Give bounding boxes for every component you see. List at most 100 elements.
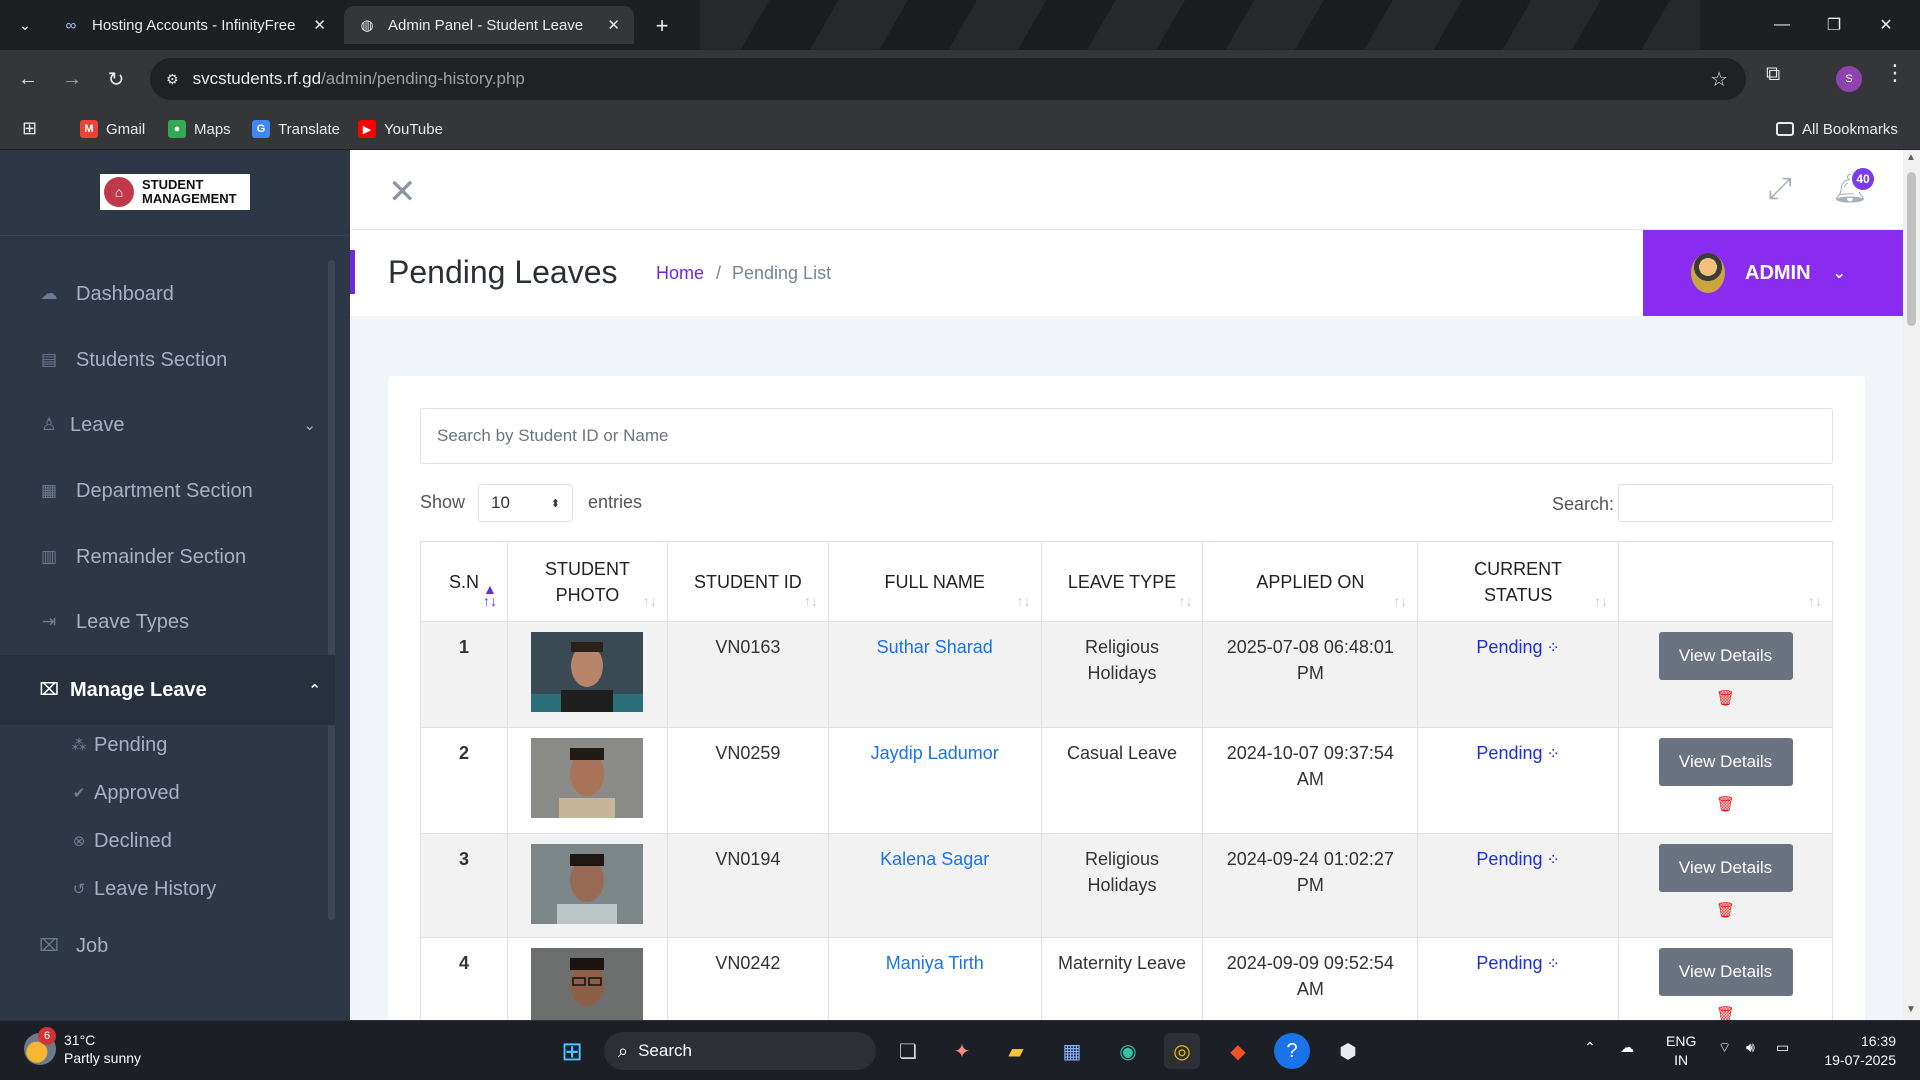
column-header-sn[interactable]: S.N ▲ ↑↓ — [420, 541, 508, 622]
student-search-input[interactable] — [420, 408, 1833, 464]
tab-hosting-accounts[interactable]: ∞ Hosting Accounts - InfinityFree ✕ — [48, 6, 340, 44]
volume-icon[interactable]: 🔊︎ — [1746, 1039, 1755, 1056]
close-icon[interactable]: ✕ — [388, 172, 417, 212]
view-details-button[interactable]: View Details — [1658, 948, 1793, 996]
restore-icon[interactable]: ❐ — [1810, 0, 1858, 50]
help-icon[interactable]: ? — [1274, 1033, 1310, 1069]
file-explorer-icon[interactable]: ▰ — [998, 1033, 1034, 1069]
sidebar-item-leave-types[interactable]: ⇥ Leave Types — [0, 592, 330, 652]
bookmark-gmail[interactable]: M Gmail — [80, 108, 145, 150]
wifi-icon[interactable]: ⌔ — [1718, 1039, 1731, 1057]
student-name-link[interactable]: Maniya Tirth — [886, 953, 984, 973]
microsoft-store-icon[interactable]: ▦ — [1054, 1033, 1090, 1069]
window-close-icon[interactable]: ✕ — [1862, 0, 1910, 50]
back-arrow-icon[interactable]: ← — [12, 63, 44, 95]
minimize-icon[interactable]: — — [1758, 0, 1806, 50]
app-box-icon[interactable]: ⬢ — [1330, 1033, 1366, 1069]
forward-arrow-icon[interactable]: → — [56, 63, 88, 95]
column-header-status[interactable]: CURRENT STATUS ↑↓ — [1417, 541, 1620, 622]
column-header-actions[interactable]: ↑↓ — [1618, 541, 1833, 622]
column-header-student-id[interactable]: STUDENT ID ↑↓ — [666, 541, 829, 622]
tray-chevron-up-icon[interactable]: ⌃ — [1584, 1039, 1596, 1056]
cell-actions: View Details 🗑︎ — [1618, 727, 1833, 834]
sidebar-sub-pending[interactable]: ⁂ Pending — [70, 725, 168, 765]
taskbar-search[interactable]: ⌕ Search — [604, 1032, 876, 1070]
trash-icon[interactable]: 🗑︎ — [1629, 898, 1822, 924]
column-header-applied-on[interactable]: APPLIED ON ↑↓ — [1202, 541, 1419, 622]
battery-icon[interactable]: ▭ — [1776, 1039, 1789, 1056]
fullscreen-expand-icon[interactable]: ⤢ — [1768, 172, 1792, 206]
student-name-link[interactable]: Jaydip Ladumor — [871, 743, 999, 763]
sidebar-item-manage-leave[interactable]: ⌧ Manage Leave ⌃ — [0, 655, 335, 725]
copilot-icon[interactable]: ✦ — [944, 1033, 980, 1069]
column-header-leave-type[interactable]: LEAVE TYPE ↑↓ — [1040, 541, 1204, 622]
sidebar-sub-approved[interactable]: ✔ Approved — [70, 773, 180, 813]
logo[interactable]: ⌂ STUDENT MANAGEMENT — [100, 174, 250, 210]
tab-admin-panel[interactable]: ◍ Admin Panel - Student Leave ✕ — [344, 6, 634, 44]
student-photo[interactable] — [531, 844, 644, 924]
sidebar-item-dashboard[interactable]: ☁ Dashboard — [0, 264, 330, 324]
bookmark-star-icon[interactable]: ☆ — [1710, 67, 1728, 92]
table-search-label: Search: — [1552, 494, 1615, 514]
chrome-browser-icon[interactable]: ◎ — [1164, 1033, 1200, 1069]
trash-icon[interactable]: 🗑︎ — [1629, 1002, 1822, 1020]
tab-close-icon[interactable]: ✕ — [313, 16, 326, 34]
sidebar-item-department[interactable]: ▦ Department Section — [0, 461, 330, 521]
scrollbar-thumb[interactable] — [1907, 172, 1916, 326]
tab-close-icon[interactable]: ✕ — [607, 16, 620, 34]
admin-menu-button[interactable]: ADMIN ⌄ — [1643, 230, 1903, 316]
sidebar-item-students[interactable]: ▤ Students Section — [0, 330, 330, 390]
trash-icon[interactable]: 🗑︎ — [1629, 686, 1822, 712]
new-tab-plus-icon[interactable]: + — [648, 12, 676, 40]
scroll-up-arrow-icon[interactable]: ▲ — [1906, 152, 1916, 163]
system-clock[interactable]: 16:39 19-07-2025 — [1816, 1032, 1896, 1070]
trash-icon[interactable]: 🗑︎ — [1629, 792, 1822, 818]
language-indicator[interactable]: ENG IN — [1666, 1032, 1696, 1070]
browser-menu-icon[interactable]: ⋮ — [1884, 60, 1906, 86]
student-photo[interactable] — [531, 948, 644, 1020]
page-scrollbar[interactable]: ▲ ▼ — [1903, 150, 1920, 1020]
entries-per-page-select[interactable]: 10 ⬍ — [478, 484, 573, 522]
table-search-input[interactable] — [1618, 484, 1833, 522]
sidebar-item-remainder[interactable]: ▥ Remainder Section — [0, 527, 330, 587]
apps-grid-icon[interactable]: ⊞ — [22, 118, 37, 139]
weather-widget[interactable]: 6 31°C Partly sunny — [24, 1027, 141, 1067]
view-details-button[interactable]: View Details — [1658, 632, 1793, 680]
sidebar-sub-declined[interactable]: ⊗ Declined — [70, 821, 172, 861]
sidebar-item-label: Leave Types — [76, 610, 190, 633]
scroll-down-arrow-icon[interactable]: ▼ — [1906, 1004, 1916, 1015]
site-info-icon[interactable]: ⚙ — [166, 71, 179, 88]
sidebar-sub-leave-history[interactable]: ↺ Leave History — [70, 869, 217, 909]
view-details-button[interactable]: View Details — [1658, 738, 1793, 786]
windows-start-icon[interactable]: ⊞ — [554, 1033, 590, 1069]
tab-search-chevron-icon[interactable]: ⌄ — [12, 12, 38, 38]
all-bookmarks-label: All Bookmarks — [1802, 120, 1898, 138]
view-details-button[interactable]: View Details — [1658, 844, 1793, 892]
bookmark-translate[interactable]: G Translate — [252, 108, 340, 150]
app-diamond-icon[interactable]: ◆ — [1220, 1033, 1256, 1069]
sidebar-item-leave[interactable]: ♙ Leave ⌄ — [0, 395, 330, 455]
sidebar-item-job[interactable]: ⌧ Job — [0, 916, 330, 976]
student-photo[interactable] — [531, 632, 644, 712]
student-name-link[interactable]: Suthar Sharad — [877, 637, 993, 657]
bookmark-maps[interactable]: ● Maps — [168, 108, 231, 150]
student-name-link[interactable]: Kalena Sagar — [880, 849, 989, 869]
profile-avatar[interactable]: S — [1836, 66, 1862, 92]
browser-tab-bar: ⌄ ∞ Hosting Accounts - InfinityFree ✕ ◍ … — [0, 0, 1920, 50]
all-bookmarks[interactable]: All Bookmarks — [1776, 108, 1898, 150]
breadcrumb-home-link[interactable]: Home — [656, 263, 704, 284]
edge-browser-icon[interactable]: ◉ — [1110, 1033, 1146, 1069]
globe-icon: ◍ — [360, 17, 374, 34]
student-photo[interactable] — [531, 738, 644, 818]
sort-icon: ↑↓ — [1393, 593, 1408, 609]
table-row: 2 VN0259 Jaydip Ladumor Casual Leave 202… — [420, 727, 1833, 834]
onedrive-cloud-icon[interactable]: ☁ — [1620, 1039, 1634, 1056]
column-header-full-name[interactable]: FULL NAME ↑↓ — [827, 541, 1042, 622]
reload-icon[interactable]: ↻ — [100, 63, 132, 95]
task-view-icon[interactable]: ❏ — [890, 1033, 926, 1069]
address-bar[interactable]: ⚙ svcstudents.rf.gd/admin/pending-histor… — [150, 58, 1746, 100]
notification-badge[interactable]: 40 — [1850, 166, 1876, 192]
extensions-puzzle-icon[interactable]: ⧉ — [1766, 63, 1780, 86]
bookmark-youtube[interactable]: ▶ YouTube — [358, 108, 443, 150]
column-header-photo[interactable]: STUDENT PHOTO ↑↓ — [506, 541, 668, 622]
